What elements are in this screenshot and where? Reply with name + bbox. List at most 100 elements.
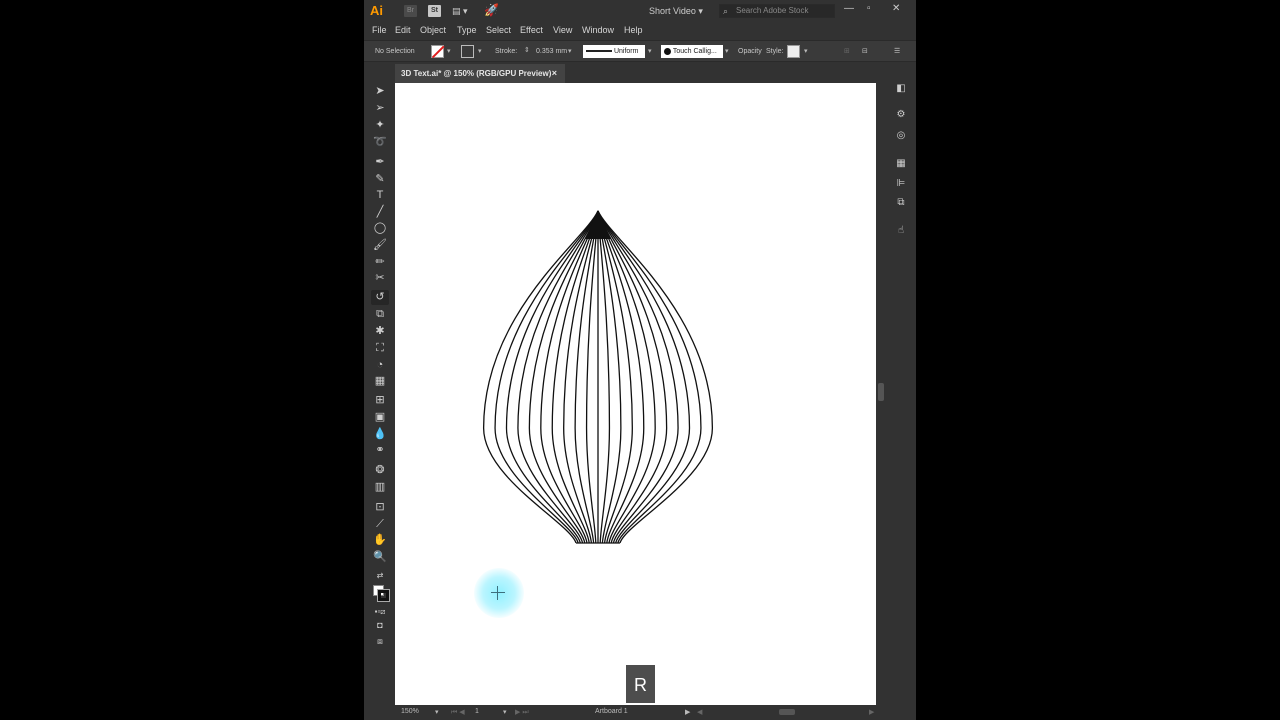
rotate-tool-icon[interactable]: ↺: [371, 290, 389, 305]
gradient-tool-icon[interactable]: ▣: [371, 410, 389, 425]
brush-definition[interactable]: Touch Callig...: [661, 45, 723, 58]
drawing-modes-icon[interactable]: ◘: [371, 618, 389, 633]
minimize-icon[interactable]: —: [844, 3, 854, 14]
horizontal-scroll-thumb[interactable]: [779, 709, 795, 715]
stroke-label: Stroke:: [495, 48, 518, 55]
align-panel-icon[interactable]: ⊫: [894, 177, 908, 191]
menu-window[interactable]: Window: [582, 25, 614, 35]
selection-tool-icon[interactable]: ➤: [371, 84, 389, 99]
stroke-weight-value[interactable]: 0.353 mm: [536, 48, 567, 55]
stock-search-input[interactable]: ⌕ Search Adobe Stock: [719, 4, 835, 18]
scale-tool-icon[interactable]: ⧉: [371, 307, 389, 322]
opacity-label[interactable]: Opacity: [738, 48, 762, 55]
menu-select[interactable]: Select: [486, 25, 511, 35]
document-tab[interactable]: 3D Text.ai* @ 150% (RGB/GPU Preview) ×: [395, 64, 565, 83]
creative-cloud-icon[interactable]: ◎: [894, 129, 908, 143]
artboard-tool-icon[interactable]: ⊡: [371, 500, 389, 515]
fill-dropdown-icon[interactable]: ▾: [447, 47, 451, 55]
column-graph-tool-icon[interactable]: ▥: [371, 480, 389, 495]
stroke-swatch[interactable]: [461, 45, 474, 58]
teardrop-blend-artwork[interactable]: [395, 83, 876, 705]
canvas-area[interactable]: [395, 83, 876, 705]
lasso-tool-icon[interactable]: ➰: [371, 135, 389, 150]
menu-object[interactable]: Object: [420, 25, 446, 35]
color-mode-icons[interactable]: ▪▫⧄: [371, 604, 389, 619]
mesh-tool-icon[interactable]: ⊞: [371, 393, 389, 408]
puppet-warp-tool-icon[interactable]: ✱: [371, 324, 389, 339]
variable-width-profile[interactable]: Uniform: [583, 45, 645, 58]
transform-icon[interactable]: ⊟: [862, 47, 868, 55]
menu-file[interactable]: File: [372, 25, 387, 35]
screen-mode-icon[interactable]: ⧈: [371, 634, 389, 649]
swap-fill-stroke-icon[interactable]: ⇄: [371, 568, 389, 583]
stroke-dropdown-icon[interactable]: ▾: [478, 47, 482, 55]
touch-workspace-icon[interactable]: ☝: [894, 224, 908, 238]
bridge-icon[interactable]: Br: [404, 5, 417, 17]
fill-stroke-indicator[interactable]: [371, 584, 390, 602]
artboard-dropdown-icon[interactable]: ▾: [503, 708, 507, 716]
symbol-sprayer-tool-icon[interactable]: ❂: [371, 463, 389, 478]
menu-help[interactable]: Help: [624, 25, 643, 35]
arrange-documents-icon[interactable]: ▤ ▾: [452, 6, 472, 16]
blend-line: [505, 210, 599, 544]
menu-bar: File Edit Object Type Select Effect View…: [364, 22, 916, 39]
slice-tool-icon[interactable]: ⟋: [371, 517, 389, 532]
profile-dropdown-icon[interactable]: ▾: [648, 47, 652, 55]
magic-wand-tool-icon[interactable]: ✦: [371, 118, 389, 133]
properties-icon[interactable]: ◧: [894, 82, 908, 96]
status-menu-icon[interactable]: ▶: [685, 708, 690, 716]
close-tab-icon[interactable]: ×: [552, 68, 557, 78]
menu-type[interactable]: Type: [457, 25, 477, 35]
type-tool-icon[interactable]: T: [371, 188, 389, 203]
brush-dropdown-icon[interactable]: ▾: [725, 47, 729, 55]
scissors-tool-icon[interactable]: ✂: [371, 271, 389, 286]
artboard-number[interactable]: 1: [475, 708, 479, 715]
style-dropdown-icon[interactable]: ▾: [804, 47, 808, 55]
menu-edit[interactable]: Edit: [395, 25, 411, 35]
menu-view[interactable]: View: [553, 25, 572, 35]
pencil-tool-icon[interactable]: ✏: [371, 255, 389, 270]
direct-selection-tool-icon[interactable]: ➢: [371, 101, 389, 116]
curvature-tool-icon[interactable]: ✎: [371, 172, 389, 187]
scroll-right-icon[interactable]: ▶: [869, 708, 874, 716]
scroll-left-icon[interactable]: ◀: [697, 708, 702, 716]
blend-tool-icon[interactable]: ⚭: [371, 443, 389, 458]
stroke-weight-dropdown-icon[interactable]: ▾: [568, 47, 572, 55]
zoom-dropdown-icon[interactable]: ▾: [435, 708, 439, 716]
vertical-scroll-thumb[interactable]: [878, 383, 884, 401]
ellipse-tool-icon[interactable]: ◯: [371, 221, 389, 236]
shape-builder-tool-icon[interactable]: ◔: [371, 358, 389, 373]
panel-menu-icon[interactable]: ☰: [894, 47, 900, 55]
hand-tool-icon[interactable]: ✋: [371, 533, 389, 548]
gpu-performance-icon[interactable]: 🚀: [484, 3, 499, 17]
graphic-style-swatch[interactable]: [787, 45, 800, 58]
perspective-grid-tool-icon[interactable]: ▦: [371, 374, 389, 389]
menu-effect[interactable]: Effect: [520, 25, 543, 35]
first-artboard-icon[interactable]: ⏮ ◀: [451, 708, 465, 717]
crosshair-cursor-icon: [491, 586, 505, 600]
eyedropper-tool-icon[interactable]: 💧: [371, 427, 389, 442]
close-icon[interactable]: ✕: [892, 3, 900, 14]
pen-tool-icon[interactable]: ✒: [371, 155, 389, 170]
fill-swatch[interactable]: [431, 45, 444, 58]
stroke-stepper-icon[interactable]: ⇕: [524, 46, 530, 54]
free-transform-tool-icon[interactable]: ⛶: [371, 341, 389, 356]
align-icon[interactable]: ⊞: [844, 47, 850, 55]
zoom-level[interactable]: 150%: [401, 708, 419, 715]
paintbrush-tool-icon[interactable]: 🖌: [371, 238, 389, 253]
pathfinder-icon[interactable]: ⧉: [894, 196, 908, 210]
workspace-switcher[interactable]: Short Video ▾: [649, 6, 703, 17]
illustrator-window: Ai Br St ▤ ▾ 🚀 Short Video ▾ ⌕ Search Ad…: [364, 0, 916, 720]
vertical-scrollbar[interactable]: [876, 83, 886, 705]
artboard[interactable]: [395, 83, 876, 705]
zoom-tool-icon[interactable]: 🔍: [371, 550, 389, 565]
profile-line-icon: [586, 50, 612, 53]
libraries-icon[interactable]: ⚙: [894, 108, 908, 122]
next-artboard-icon[interactable]: ▶ ⏭: [515, 708, 529, 717]
line-tool-icon[interactable]: ╱: [371, 205, 389, 220]
swatches-icon[interactable]: ▦: [894, 157, 908, 171]
document-tab-title: 3D Text.ai* @ 150% (RGB/GPU Preview): [401, 69, 552, 78]
stock-icon[interactable]: St: [428, 5, 441, 17]
restore-icon[interactable]: ▫: [867, 3, 871, 14]
status-bar: 150% ▾ ⏮ ◀ 1 ▾ ▶ ⏭ Artboard 1 ▶ ◀ ▶: [395, 705, 885, 720]
